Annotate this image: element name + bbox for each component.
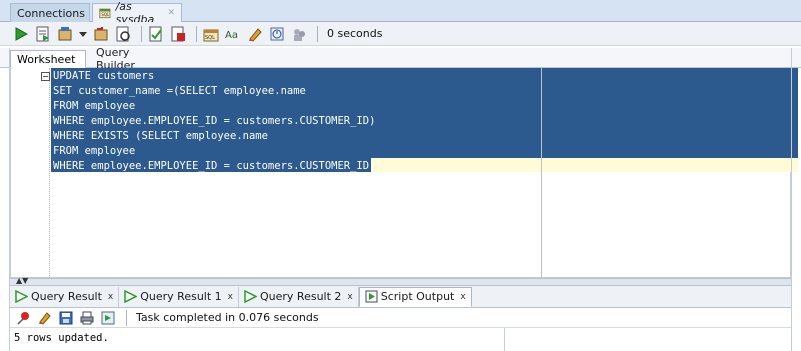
svg-text:SQL: SQL <box>205 35 215 41</box>
close-icon[interactable]: x <box>228 292 233 302</box>
sql-code[interactable]: UPDATE customers SET customer_name =(SELE… <box>53 69 382 174</box>
right-margin-line <box>541 68 542 278</box>
panel-border-left <box>9 48 10 351</box>
print-icon[interactable] <box>79 310 95 326</box>
result-tab-bar: Query Result x Query Result 1 x Query Re… <box>10 286 791 308</box>
script-output-icon <box>365 290 378 303</box>
fold-collapse-icon[interactable]: − <box>41 72 50 81</box>
panel-border-right <box>791 48 792 351</box>
splitter-arrows-icon[interactable]: ▲▼ <box>16 276 28 285</box>
svg-text:SQL: SQL <box>101 12 110 17</box>
open-file-icon[interactable] <box>100 310 116 326</box>
tab-query-result[interactable]: Query Result x <box>10 286 120 307</box>
tab-sysdba-worksheet[interactable]: SQL /as sysdba ✕ <box>92 0 182 26</box>
sql-editor[interactable]: − UPDATE customers SET customer_name =(SE… <box>10 68 798 278</box>
run-script-icon[interactable] <box>34 25 52 43</box>
tab-query-result-2-label: Query Result 2 <box>260 290 342 303</box>
clear-output-icon[interactable] <box>37 310 53 326</box>
tab-query-builder[interactable]: Query Builder <box>90 46 160 72</box>
code-line: FROM employee <box>53 145 136 157</box>
play-icon <box>244 290 257 303</box>
task-status: Task completed in 0.076 seconds <box>136 311 319 324</box>
code-line: FROM employee <box>53 100 136 112</box>
toolbar-separator <box>141 25 142 42</box>
stray-marker <box>463 135 465 137</box>
autotrace-icon[interactable] <box>147 25 165 43</box>
rollback-icon[interactable] <box>92 25 110 43</box>
toolbar-separator <box>196 25 197 42</box>
tab-query-result-1[interactable]: Query Result 1 x <box>119 286 239 307</box>
database-worksheet-icon: SQL <box>99 8 111 19</box>
output-text: 5 rows updated. <box>14 332 109 344</box>
code-line: UPDATE customers <box>53 70 155 82</box>
explain-plan-icon[interactable] <box>114 25 132 43</box>
tab-query-result-label: Query Result <box>31 290 102 303</box>
tab-query-result-1-label: Query Result 1 <box>140 290 222 303</box>
code-line: SET customer_name =(SELECT employee.name <box>53 85 306 97</box>
tab-connections[interactable]: Connections ✕ <box>10 3 99 22</box>
close-icon[interactable]: x <box>347 292 352 302</box>
code-line: WHERE EXISTS (SELECT employee.name <box>53 130 268 142</box>
svg-text:Aa: Aa <box>225 30 238 41</box>
clear-icon[interactable] <box>246 25 264 43</box>
uppercase-lowercase-icon[interactable]: Aa <box>224 25 242 43</box>
toolbar-separator <box>317 25 318 42</box>
tab-worksheet[interactable]: Worksheet <box>10 50 86 68</box>
execution-time: 0 seconds <box>327 27 383 40</box>
code-line: WHERE employee.EMPLOYEE_ID = customers.C… <box>53 115 376 127</box>
pin-icon[interactable] <box>16 310 32 326</box>
save-icon[interactable] <box>58 310 74 326</box>
unshared-worksheet-icon[interactable] <box>290 25 308 43</box>
document-tab-bar: Connections ✕ SQL /as sysdba ✕ <box>0 0 801 26</box>
worksheet-tab-bar: Worksheet Query Builder <box>0 46 801 72</box>
close-icon[interactable]: x <box>108 292 113 302</box>
panel-splitter[interactable]: ▲▼ <box>10 276 791 286</box>
toolbar-separator <box>126 309 127 326</box>
close-icon[interactable]: x <box>460 292 465 302</box>
sql-tuning-icon[interactable] <box>169 25 187 43</box>
fold-guide-line <box>49 68 50 278</box>
tab-query-result-2[interactable]: Query Result 2 x <box>239 286 359 307</box>
close-icon[interactable]: ✕ <box>167 8 175 18</box>
chevron-down-icon[interactable] <box>78 25 88 43</box>
output-divider <box>504 328 505 351</box>
tab-script-output[interactable]: Script Output x <box>358 286 472 307</box>
play-icon <box>124 290 138 303</box>
commit-icon[interactable] <box>56 25 74 43</box>
play-icon <box>15 290 28 303</box>
tab-connections-label: Connections <box>17 6 85 20</box>
format-sql-icon[interactable]: SQL <box>202 25 220 43</box>
editor-gutter <box>11 68 39 277</box>
code-line: WHERE employee.EMPLOYEE_ID = customers.C… <box>53 160 382 172</box>
script-output-panel[interactable]: 5 rows updated. <box>10 328 791 351</box>
tab-script-output-label: Script Output <box>380 290 455 303</box>
output-toolbar: Task completed in 0.076 seconds <box>10 308 791 328</box>
worksheet-toolbar: SQL Aa 0 seconds <box>0 22 801 46</box>
run-statement-icon[interactable] <box>12 25 30 43</box>
history-icon[interactable] <box>268 25 286 43</box>
